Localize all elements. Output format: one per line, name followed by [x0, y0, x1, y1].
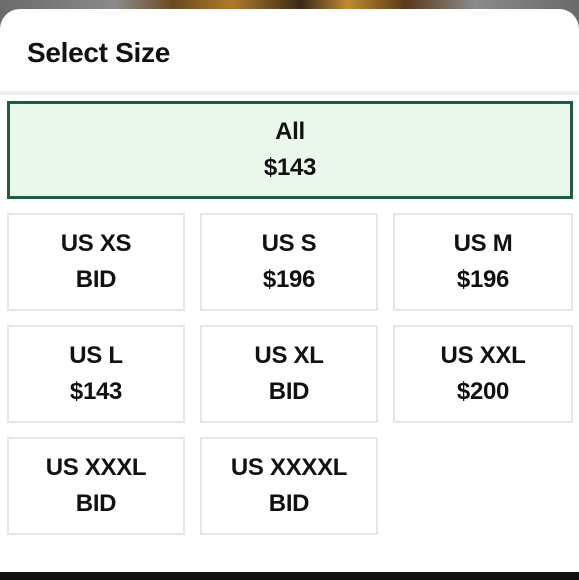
size-price: $196 — [456, 266, 510, 293]
size-label: US XXXL — [45, 454, 147, 481]
size-price: $196 — [262, 266, 316, 293]
size-label: US L — [69, 342, 123, 369]
size-option-all[interactable]: All $143 — [7, 101, 573, 199]
size-price: BID — [268, 378, 310, 405]
size-label: US XXL — [440, 342, 526, 369]
size-option-us-xxxxl[interactable]: US XXXXL BID — [200, 437, 378, 535]
size-option-us-xs[interactable]: US XS BID — [7, 213, 185, 311]
size-label: US XS — [60, 230, 132, 257]
size-option-us-s[interactable]: US S $196 — [200, 213, 378, 311]
size-price: BID — [75, 266, 117, 293]
size-label: US XL — [254, 342, 324, 369]
size-option-us-xxxl[interactable]: US XXXL BID — [7, 437, 185, 535]
divider — [0, 91, 579, 95]
size-selector-sheet: Select Size All $143 US XS BID US S $196… — [0, 9, 579, 572]
size-option-us-xl[interactable]: US XL BID — [200, 325, 378, 423]
size-option-us-m[interactable]: US M $196 — [393, 213, 573, 311]
size-price: BID — [75, 490, 117, 517]
size-label: US S — [261, 230, 317, 257]
size-label: US XXXXL — [230, 454, 348, 481]
size-price: BID — [268, 490, 310, 517]
size-label: US M — [453, 230, 513, 257]
sheet-title: Select Size — [27, 37, 171, 68]
size-price: $200 — [456, 378, 510, 405]
size-price: $143 — [263, 154, 317, 181]
size-option-us-xxl[interactable]: US XXL $200 — [393, 325, 573, 423]
size-option-us-l[interactable]: US L $143 — [7, 325, 185, 423]
bottom-bar — [0, 572, 579, 580]
size-label: All — [275, 118, 305, 145]
size-price: $143 — [69, 378, 123, 405]
